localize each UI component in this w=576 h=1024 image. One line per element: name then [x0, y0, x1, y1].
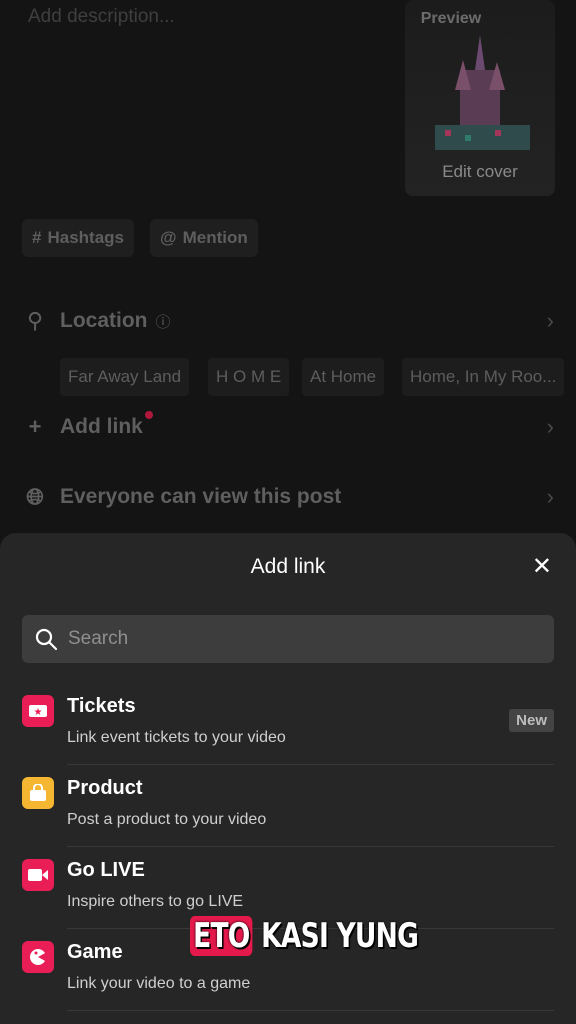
- privacy-label: Everyone can view this post: [60, 485, 342, 508]
- hash-icon: #: [32, 228, 42, 247]
- option-subtitle: Inspire others to go LIVE: [67, 893, 244, 910]
- option-subtitle: Link event tickets to your video: [67, 729, 286, 746]
- live-camera-icon: [22, 859, 54, 891]
- description-field[interactable]: Add description...: [28, 6, 175, 28]
- location-label: Location: [60, 309, 148, 332]
- plus-icon: +: [28, 414, 42, 439]
- location-suggestion[interactable]: Far Away Land: [60, 358, 190, 396]
- cover-preview[interactable]: Preview Edit cover: [405, 0, 555, 196]
- caption-text: KASI YUNG: [261, 916, 419, 956]
- svg-text:★: ★: [34, 707, 43, 718]
- chevron-right-icon: ›: [546, 484, 554, 509]
- option-subtitle: Link your video to a game: [67, 975, 251, 992]
- location-suggestion[interactable]: At Home: [302, 358, 385, 396]
- mention-label: Mention: [182, 228, 248, 247]
- option-title: Product: [67, 777, 143, 799]
- option-title: Game: [67, 941, 123, 963]
- shopping-bag-icon: [22, 777, 54, 809]
- globe-icon: 🌐︎: [26, 484, 44, 509]
- caption-highlight: ETO: [190, 916, 253, 956]
- option-title: Tickets: [67, 695, 136, 717]
- location-row[interactable]: ⚲ Location ⓘ ›: [22, 308, 554, 334]
- link-option-tickets[interactable]: ★ Tickets Link event tickets to your vid…: [22, 683, 554, 765]
- location-suggestion[interactable]: H O M E: [208, 358, 290, 396]
- chevron-right-icon: ›: [546, 414, 554, 439]
- search-icon: [35, 628, 58, 651]
- sheet-title: Add link: [250, 555, 326, 578]
- ticket-icon: ★: [22, 695, 54, 727]
- info-icon: ⓘ: [155, 313, 171, 331]
- close-icon[interactable]: ✕: [532, 555, 552, 579]
- privacy-row[interactable]: 🌐︎ Everyone can view this post ›: [22, 484, 554, 510]
- option-title: Go LIVE: [67, 859, 145, 881]
- game-icon: [22, 941, 54, 973]
- divider: [67, 1010, 554, 1011]
- preview-label: Preview: [420, 10, 482, 27]
- edit-cover-label: Edit cover: [442, 162, 518, 181]
- video-caption-overlay: ETO KASI YUNG: [190, 916, 419, 956]
- hashtags-label: Hashtags: [47, 228, 124, 247]
- link-option-product[interactable]: Product Post a product to your video: [22, 765, 554, 847]
- notification-dot: [144, 411, 153, 419]
- add-link-row[interactable]: + Add link ›: [22, 411, 554, 440]
- mention-chip[interactable]: @ Mention: [150, 219, 258, 257]
- at-icon: @: [160, 228, 177, 247]
- search-bar[interactable]: [22, 615, 554, 663]
- search-input[interactable]: [66, 627, 530, 651]
- add-link-label: Add link: [60, 415, 143, 438]
- new-badge: New: [509, 709, 554, 732]
- location-pin-icon: ⚲: [26, 308, 44, 333]
- hashtags-chip[interactable]: # Hashtags: [22, 219, 134, 257]
- location-suggestion[interactable]: Home, In My Roo...: [402, 358, 565, 396]
- option-subtitle: Post a product to your video: [67, 811, 267, 828]
- castle-thumbnail: [435, 35, 530, 150]
- chevron-right-icon: ›: [546, 308, 554, 333]
